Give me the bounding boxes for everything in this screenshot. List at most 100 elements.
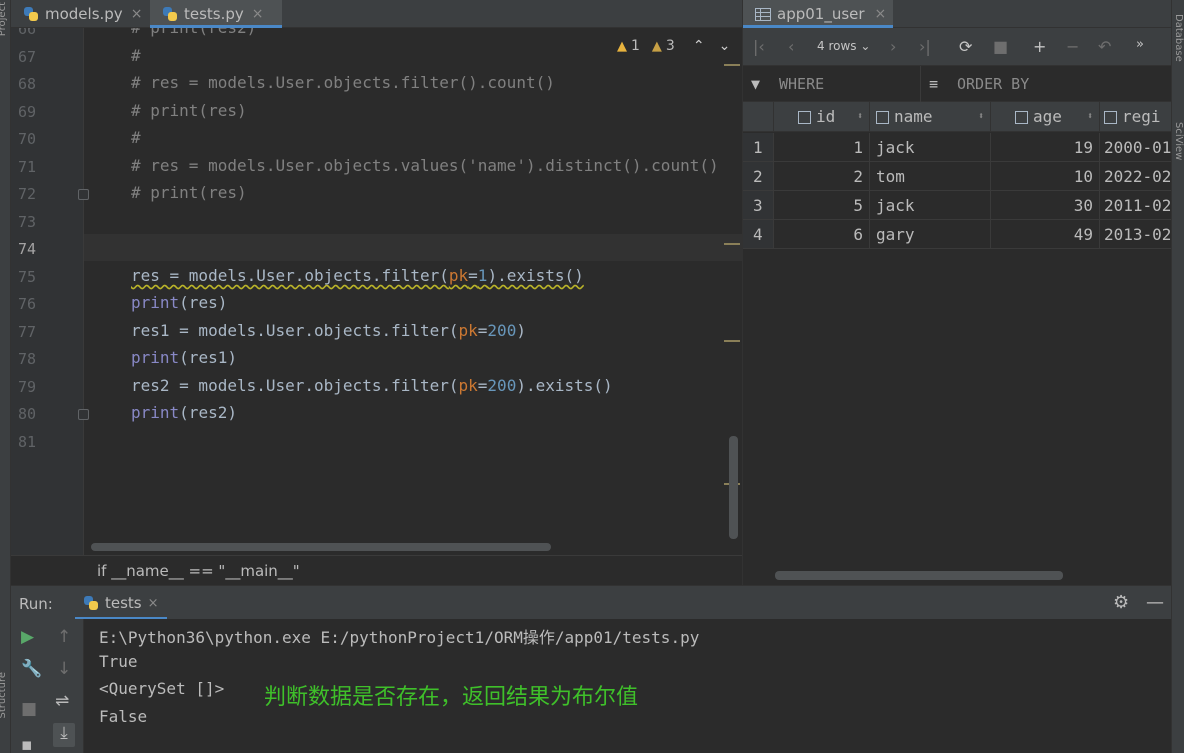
structure-tool-label[interactable]: Structure	[0, 672, 8, 719]
editor-tab-bar: models.py × tests.py ×	[11, 0, 742, 28]
close-icon[interactable]: ×	[131, 6, 143, 22]
layout-icon[interactable]: ▪	[21, 735, 33, 753]
cell-id[interactable]: 2	[774, 162, 870, 191]
refresh-icon[interactable]: ⟳	[959, 37, 972, 56]
tab-app01-user[interactable]: app01_user ×	[743, 0, 893, 28]
soft-wrap-icon[interactable]: ⇌	[55, 691, 69, 711]
inspection-widget[interactable]: ▲ 1 ▲ 3 ⌃ ⌄	[617, 36, 730, 56]
row-number[interactable]: 3	[743, 191, 774, 220]
line-number: 72	[18, 185, 37, 203]
column-icon	[1015, 111, 1028, 124]
console-output[interactable]: E:\Python36\python.exe E:/pythonProject1…	[84, 619, 1171, 753]
cell-name[interactable]: gary	[870, 220, 991, 249]
column-header-id[interactable]: id ⬍	[774, 102, 870, 132]
project-tool-label[interactable]: Project	[0, 2, 8, 36]
cell-age[interactable]: 10	[991, 162, 1100, 191]
code-line: #	[131, 128, 141, 147]
stripe-mark[interactable]	[724, 340, 740, 342]
close-icon[interactable]: ×	[148, 596, 159, 611]
close-icon[interactable]: ×	[875, 6, 887, 22]
tab-run-tests[interactable]: tests ×	[75, 586, 167, 620]
scroll-down-icon[interactable]: ↓	[57, 659, 71, 679]
line-number: 81	[18, 433, 37, 451]
cell-reg[interactable]: 2013-02	[1100, 220, 1171, 249]
db-tab-bar: app01_user ×	[743, 0, 1171, 28]
line-number: 76	[18, 295, 37, 313]
rerun-icon[interactable]: ▶	[21, 627, 34, 647]
row-number[interactable]: 4	[743, 220, 774, 249]
run-panel-header: Run: tests × ⚙ —	[11, 585, 1171, 620]
cell-id[interactable]: 6	[774, 220, 870, 249]
last-page-icon[interactable]: ›|	[919, 37, 931, 56]
cell-reg[interactable]: 2022-02	[1100, 162, 1171, 191]
gear-icon[interactable]: ⚙	[1113, 592, 1129, 613]
cell-name[interactable]: jack	[870, 191, 991, 220]
close-icon[interactable]: ×	[252, 6, 264, 22]
column-header-reg[interactable]: regi	[1100, 102, 1171, 132]
cell-age[interactable]: 30	[991, 191, 1100, 220]
database-tool-label[interactable]: Database	[1173, 14, 1184, 62]
sort-icon: ≡	[929, 75, 939, 93]
chevron-up-icon[interactable]: ⌃	[693, 38, 705, 54]
rows-selector[interactable]: 4 rows ⌄	[817, 39, 870, 53]
horizontal-scrollbar[interactable]	[91, 543, 551, 551]
fold-icon[interactable]	[78, 189, 89, 200]
line-number: 79	[18, 378, 37, 396]
line-number: 74	[18, 240, 37, 258]
line-number: 71	[18, 158, 37, 176]
sort-icon[interactable]: ⬍	[1087, 102, 1093, 132]
cell-name[interactable]: tom	[870, 162, 991, 191]
prev-page-icon[interactable]: ‹	[788, 37, 794, 56]
scroll-to-end-icon[interactable]: ⤓	[53, 723, 75, 747]
row-number[interactable]: 1	[743, 133, 774, 162]
code-line: res2 = models.User.objects.filter(pk=200…	[131, 376, 613, 395]
code-line: res = models.User.objects.filter(pk=1).e…	[131, 266, 584, 285]
cell-reg[interactable]: 2000-01	[1100, 133, 1171, 162]
sort-icon[interactable]: ⬍	[857, 102, 863, 132]
cell-id[interactable]: 1	[774, 133, 870, 162]
line-number: 68	[18, 75, 37, 93]
breadcrumb[interactable]: if __name__ == "__main__"	[11, 555, 742, 585]
sort-icon[interactable]: ⬍	[978, 102, 984, 132]
grid-corner	[743, 102, 774, 132]
minimize-icon[interactable]: —	[1146, 592, 1164, 613]
wrench-icon[interactable]: 🔧	[21, 659, 42, 679]
more-icon[interactable]: »	[1136, 37, 1144, 52]
cell-age[interactable]: 19	[991, 133, 1100, 162]
code-editor[interactable]: 66 67 68 69 70 71 72 73 74 75 76 77 78 7…	[11, 28, 742, 555]
column-header-age[interactable]: age ⬍	[991, 102, 1100, 132]
vertical-scrollbar[interactable]	[729, 436, 738, 539]
stop-icon[interactable]: ■	[993, 37, 1008, 56]
line-number: 70	[18, 130, 37, 148]
tab-models-py[interactable]: models.py ×	[11, 0, 149, 28]
first-page-icon[interactable]: |‹	[753, 37, 765, 56]
scroll-up-icon[interactable]: ↑	[57, 627, 71, 647]
order-by-input[interactable]: ORDER BY	[957, 75, 1029, 93]
cell-reg[interactable]: 2011-02	[1100, 191, 1171, 220]
sciview-tool-label[interactable]: SciView	[1173, 122, 1184, 160]
where-input[interactable]: WHERE	[779, 75, 824, 93]
horizontal-scrollbar[interactable]	[775, 571, 1063, 580]
tab-tests-py[interactable]: tests.py ×	[150, 0, 282, 28]
column-header-name[interactable]: name ⬍	[870, 102, 991, 132]
code-line: print(res1)	[131, 348, 237, 367]
line-number: 78	[18, 350, 37, 368]
code-line: res1 = models.User.objects.filter(pk=200…	[131, 321, 526, 340]
stop-icon[interactable]: ■	[21, 699, 37, 719]
delete-row-icon[interactable]: −	[1066, 37, 1079, 56]
code-line: print(res2)	[131, 403, 237, 422]
cell-age[interactable]: 49	[991, 220, 1100, 249]
stripe-mark[interactable]	[724, 243, 740, 245]
row-number[interactable]: 2	[743, 162, 774, 191]
console-line: True	[99, 652, 138, 671]
fold-icon[interactable]	[78, 409, 89, 420]
annotation-text: 判断数据是否存在，返回结果为布尔值	[264, 685, 639, 710]
tab-label: tests	[105, 594, 142, 612]
code-line: # print(res)	[131, 101, 247, 120]
cell-name[interactable]: jack	[870, 133, 991, 162]
add-row-icon[interactable]: +	[1033, 37, 1046, 56]
revert-icon[interactable]: ↶	[1098, 37, 1111, 56]
cell-id[interactable]: 5	[774, 191, 870, 220]
next-page-icon[interactable]: ›	[890, 37, 896, 56]
stripe-mark[interactable]	[724, 64, 740, 66]
